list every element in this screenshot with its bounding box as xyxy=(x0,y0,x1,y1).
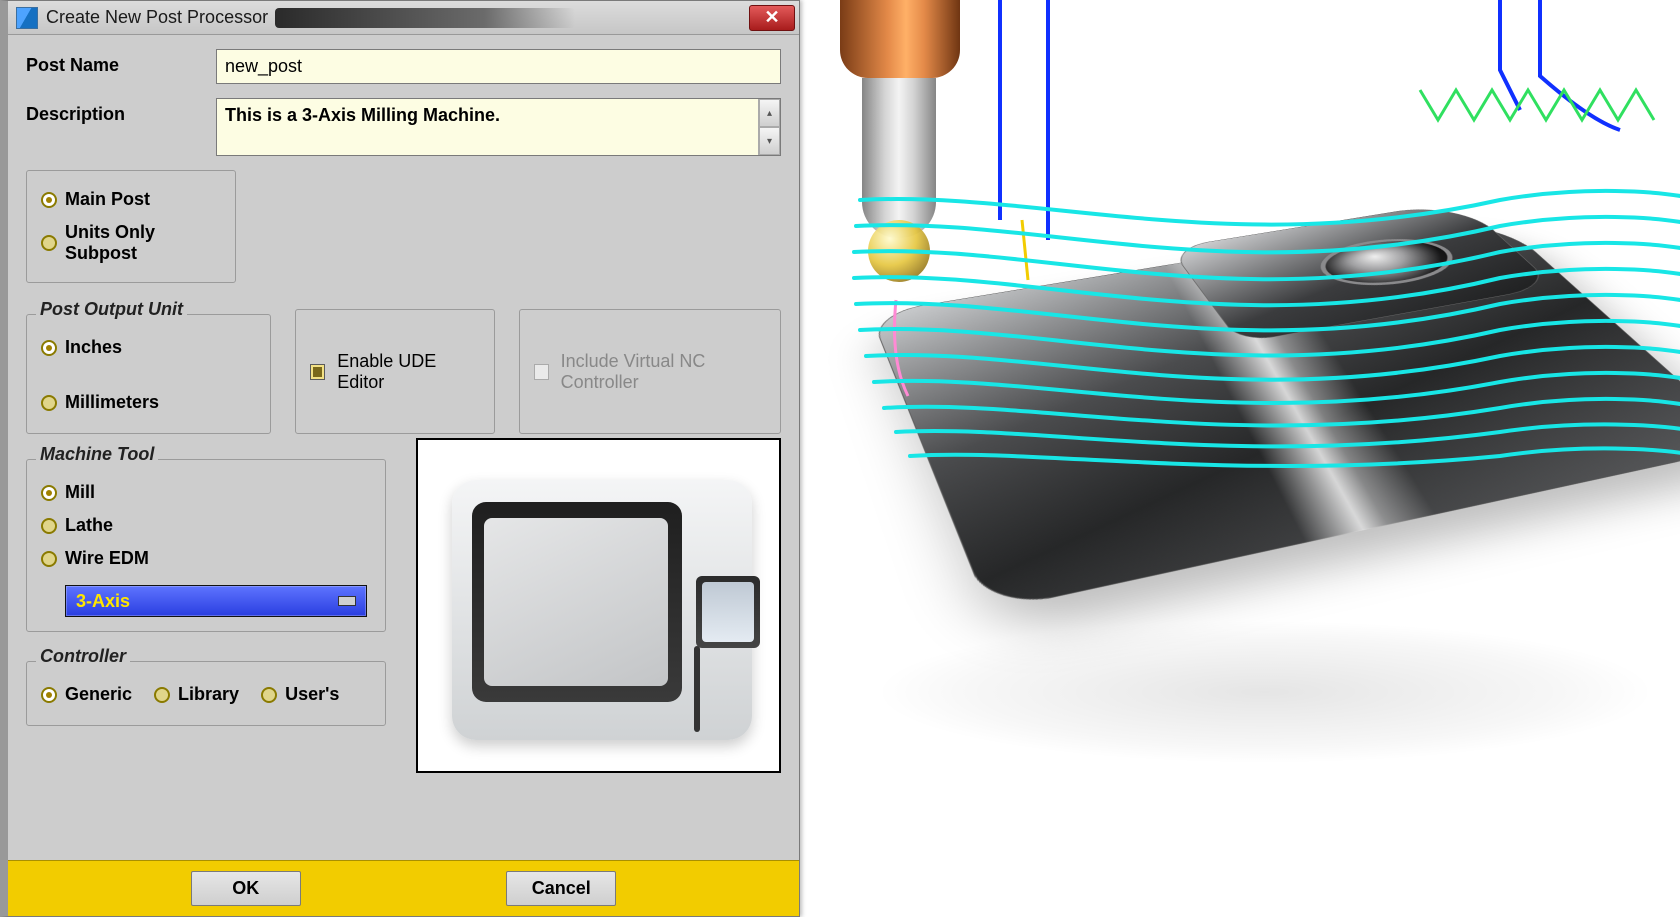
controller-generic-radio[interactable]: Generic xyxy=(41,678,132,711)
wire-edm-radio[interactable]: Wire EDM xyxy=(41,542,371,575)
window-title: Create New Post Processor xyxy=(46,7,749,28)
main-post-radio[interactable]: Main Post xyxy=(41,183,221,216)
plunge-move-icon xyxy=(1022,220,1028,280)
controller-generic-label: Generic xyxy=(65,684,132,705)
radio-icon xyxy=(261,687,277,703)
units-only-subpost-label: Units Only Subpost xyxy=(65,222,221,264)
machine-arm-icon xyxy=(694,646,700,732)
spinner-down-icon[interactable]: ▾ xyxy=(759,127,780,155)
post-name-input[interactable] xyxy=(216,49,781,84)
controller-group: Generic Library User's xyxy=(26,661,386,726)
post-name-row: Post Name xyxy=(26,49,781,84)
inches-radio[interactable]: Inches xyxy=(41,331,122,364)
window-close-button[interactable]: ✕ xyxy=(749,5,795,31)
description-spinner: ▴ ▾ xyxy=(758,99,780,155)
enable-ude-editor-label: Enable UDE Editor xyxy=(337,351,480,393)
millimeters-radio[interactable]: Millimeters xyxy=(41,386,159,419)
rapid-moves-icon xyxy=(1000,0,1620,240)
mid-options-row: Post Output Unit Inches Millimeters xyxy=(26,289,781,434)
controller-library-radio[interactable]: Library xyxy=(154,678,239,711)
millimeters-label: Millimeters xyxy=(65,392,159,413)
controller-users-radio[interactable]: User's xyxy=(261,678,339,711)
description-label: Description xyxy=(26,98,216,125)
machine-control-panel-icon xyxy=(696,576,760,648)
window-title-text: Create New Post Processor xyxy=(46,7,268,27)
machine-tool-row: Machine Tool Mill Lathe Wire EDM xyxy=(26,434,781,773)
cam-viewport[interactable] xyxy=(800,0,1680,917)
axis-select-value: 3-Axis xyxy=(76,591,130,612)
create-post-processor-dialog: Create New Post Processor ✕ Post Name De… xyxy=(0,0,800,917)
machine-tool-group: Mill Lathe Wire EDM 3-Axis xyxy=(26,459,386,632)
post-type-group: Main Post Units Only Subpost xyxy=(26,170,236,283)
contour-passes-icon xyxy=(854,191,1680,466)
radio-icon xyxy=(41,485,57,501)
description-textarea[interactable] xyxy=(217,99,758,155)
mill-radio[interactable]: Mill xyxy=(41,476,371,509)
controller-library-label: Library xyxy=(178,684,239,705)
include-vnc-controller-checkbox: Include Virtual NC Controller xyxy=(519,309,781,434)
dialog-body: Post Name Description ▴ ▾ Main Pos xyxy=(8,35,799,860)
radio-icon xyxy=(41,518,57,534)
main-post-label: Main Post xyxy=(65,189,150,210)
cancel-button[interactable]: Cancel xyxy=(506,871,616,906)
machine-preview-image xyxy=(416,438,781,773)
controller-section: Controller Generic Library xyxy=(26,636,386,726)
finish-pass-icon xyxy=(1420,90,1654,120)
ok-button[interactable]: OK xyxy=(191,871,301,906)
radio-icon xyxy=(41,340,57,356)
radio-icon xyxy=(41,235,57,251)
axis-select-dropdown[interactable]: 3-Axis xyxy=(65,585,367,617)
mill-label: Mill xyxy=(65,482,95,503)
dropdown-handle-icon xyxy=(338,596,356,606)
post-output-unit-caption: Post Output Unit xyxy=(36,299,187,320)
spinner-up-icon[interactable]: ▴ xyxy=(759,99,780,127)
radio-icon xyxy=(41,687,57,703)
machine-tool-caption: Machine Tool xyxy=(36,444,158,465)
controller-caption: Controller xyxy=(36,646,130,667)
wire-edm-label: Wire EDM xyxy=(65,548,149,569)
radio-icon xyxy=(41,192,57,208)
include-vnc-controller-label: Include Virtual NC Controller xyxy=(561,351,766,393)
lathe-radio[interactable]: Lathe xyxy=(41,509,371,542)
lathe-label: Lathe xyxy=(65,515,113,536)
machine-window-icon xyxy=(484,518,668,686)
window-icon xyxy=(16,7,38,29)
description-wrap: ▴ ▾ xyxy=(216,98,781,156)
toolpath-overlay xyxy=(800,0,1680,917)
controller-users-label: User's xyxy=(285,684,339,705)
enable-ude-editor-checkbox[interactable]: Enable UDE Editor xyxy=(295,309,495,434)
radio-icon xyxy=(41,395,57,411)
description-row: Description ▴ ▾ xyxy=(26,98,781,156)
checkbox-icon xyxy=(534,364,549,380)
checkbox-icon xyxy=(310,364,325,380)
radio-icon xyxy=(154,687,170,703)
inches-label: Inches xyxy=(65,337,122,358)
dialog-footer: OK Cancel xyxy=(8,860,799,916)
title-shadow xyxy=(275,8,575,28)
radio-icon xyxy=(41,551,57,567)
post-name-label: Post Name xyxy=(26,49,216,76)
close-icon: ✕ xyxy=(764,7,779,28)
titlebar[interactable]: Create New Post Processor ✕ xyxy=(8,1,799,35)
units-only-subpost-radio[interactable]: Units Only Subpost xyxy=(41,216,221,270)
post-output-unit-group: Post Output Unit Inches Millimeters xyxy=(26,289,271,434)
